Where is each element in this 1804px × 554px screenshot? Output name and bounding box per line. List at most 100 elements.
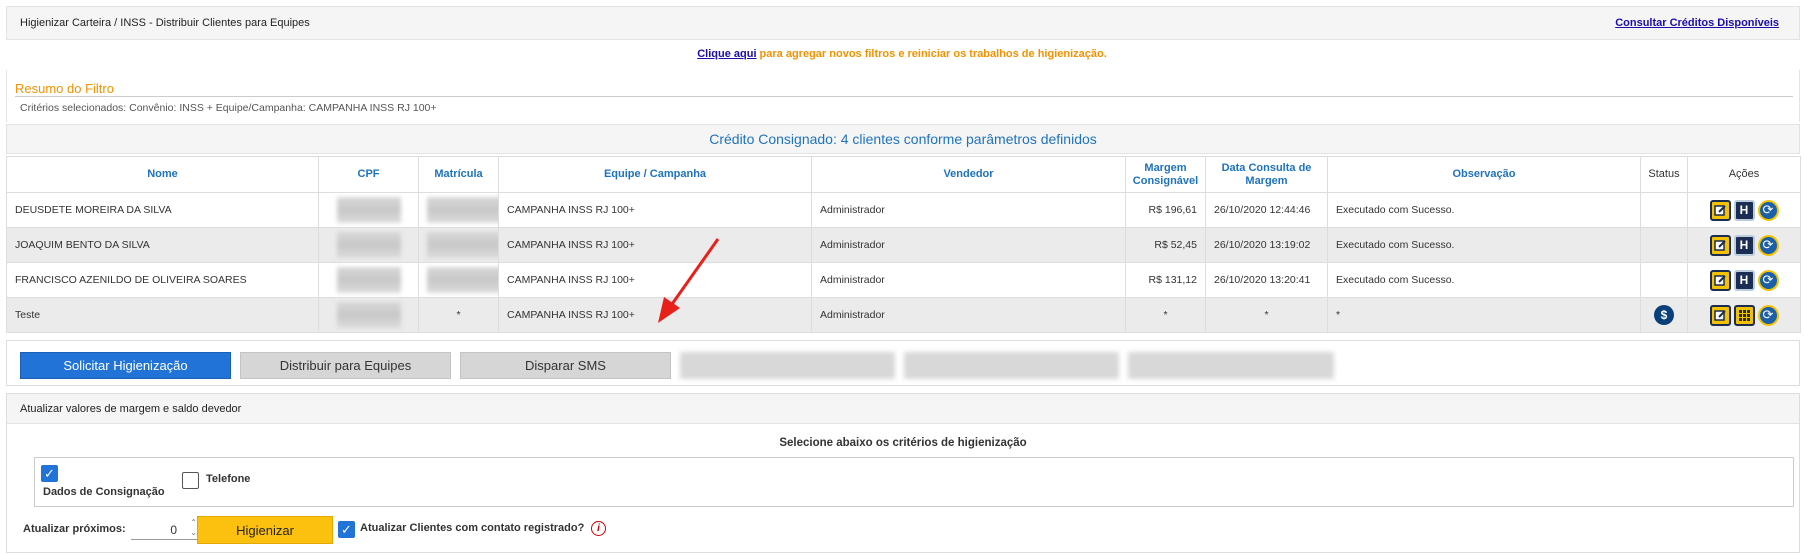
redacted-button[interactable] — [680, 352, 895, 379]
cell-nome: JOAQUIM BENTO DA SILVA — [6, 227, 319, 263]
cell-matricula-redacted — [418, 227, 499, 263]
criteria-box: ✓ Dados de Consignação Telefone — [34, 457, 1794, 507]
col-data-consulta[interactable]: Data Consulta de Margem — [1205, 156, 1328, 193]
cell-vendedor: Administrador — [811, 227, 1126, 263]
cell-vendedor: Administrador — [811, 262, 1126, 298]
update-margin-section: Atualizar valores de margem e saldo deve… — [6, 393, 1800, 553]
table-header-row: Nome CPF Matrícula Equipe / Campanha Ven… — [6, 156, 1801, 193]
cell-actions: H ⟳ — [1687, 262, 1801, 298]
table-row: DEUSDETE MOREIRA DA SILVA CAMPANHA INSS … — [6, 192, 1801, 228]
cell-margem: R$ 196,61 — [1125, 192, 1206, 228]
cell-actions: H ⟳ — [1687, 192, 1801, 228]
clients-table: Nome CPF Matrícula Equipe / Campanha Ven… — [6, 156, 1801, 333]
atualizar-contato-checkbox[interactable]: ✓ — [338, 521, 355, 538]
higienizar-button[interactable]: Higienizar — [197, 516, 333, 544]
col-cpf[interactable]: CPF — [318, 156, 419, 193]
filter-summary-title: Resumo do Filtro — [15, 81, 114, 96]
cell-matricula: * — [418, 297, 499, 333]
cell-data: 26/10/2020 13:19:02 — [1205, 227, 1328, 263]
proximos-label: Atualizar próximos: — [23, 523, 126, 535]
col-margem[interactable]: Margem Consignável — [1125, 156, 1206, 193]
disparar-sms-button[interactable]: Disparar SMS — [460, 352, 671, 379]
cell-nome: Teste — [6, 297, 319, 333]
cell-cpf-redacted — [318, 192, 419, 228]
refresh-icon[interactable]: ⟳ — [1757, 269, 1779, 291]
proximos-stepper[interactable]: 0 ⌃ ⌄ — [131, 518, 201, 540]
filter-notice: Clique aqui para agregar novos filtros e… — [0, 48, 1804, 60]
info-icon[interactable]: i — [591, 521, 606, 536]
dados-consignacao-checkbox[interactable]: ✓ — [41, 465, 58, 482]
cell-nome: FRANCISCO AZENILDO DE OLIVEIRA SOARES — [6, 262, 319, 298]
notice-text: para agregar novos filtros e reiniciar o… — [756, 48, 1107, 60]
cell-status — [1640, 262, 1688, 298]
cell-data: 26/10/2020 12:44:46 — [1205, 192, 1328, 228]
results-summary: Crédito Consignado: 4 clientes conforme … — [6, 124, 1800, 154]
cell-margem: R$ 52,45 — [1125, 227, 1206, 263]
cell-actions: H ⟳ — [1687, 227, 1801, 263]
annotation-arrow-icon — [658, 238, 720, 323]
refresh-icon[interactable]: ⟳ — [1757, 304, 1779, 326]
cell-vendedor: Administrador — [811, 192, 1126, 228]
edit-icon[interactable] — [1709, 304, 1731, 326]
history-icon[interactable]: H — [1733, 234, 1755, 256]
redacted-button[interactable] — [1128, 352, 1334, 379]
cell-obs: Executado com Sucesso. — [1327, 262, 1641, 298]
cell-margem: R$ 131,12 — [1125, 262, 1206, 298]
table-row: Teste * CAMPANHA INSS RJ 100+ Administra… — [6, 297, 1801, 333]
cell-actions: ⟳ — [1687, 297, 1801, 333]
clique-aqui-link[interactable]: Clique aqui — [697, 48, 756, 60]
stepper-arrows-icon[interactable]: ⌃ ⌄ — [190, 518, 197, 538]
cell-cpf-redacted — [318, 227, 419, 263]
cell-matricula-redacted — [418, 262, 499, 298]
cell-cpf-redacted — [318, 262, 419, 298]
cell-nome: DEUSDETE MOREIRA DA SILVA — [6, 192, 319, 228]
col-equipe[interactable]: Equipe / Campanha — [498, 156, 812, 193]
col-nome[interactable]: Nome — [6, 156, 319, 193]
cell-data: * — [1205, 297, 1328, 333]
proximos-value: 0 — [170, 523, 177, 537]
cell-status — [1640, 227, 1688, 263]
col-matricula[interactable]: Matrícula — [418, 156, 499, 193]
redacted-button[interactable] — [904, 352, 1119, 379]
telefone-checkbox[interactable] — [182, 472, 199, 489]
refresh-icon[interactable]: ⟳ — [1757, 234, 1779, 256]
cell-margem: * — [1125, 297, 1206, 333]
atualizar-contato-label: Atualizar Clientes com contato registrad… — [360, 522, 585, 534]
action-button-bar: Solicitar Higienização Distribuir para E… — [6, 340, 1800, 386]
edit-icon[interactable] — [1709, 199, 1731, 221]
cell-data: 26/10/2020 13:20:41 — [1205, 262, 1328, 298]
distribuir-equipes-button[interactable]: Distribuir para Equipes — [240, 352, 451, 379]
history-icon[interactable]: H — [1733, 199, 1755, 221]
cell-vendedor: Administrador — [811, 297, 1126, 333]
criteria-title: Selecione abaixo os critérios de higieni… — [779, 437, 1027, 449]
cell-matricula-redacted — [418, 192, 499, 228]
breadcrumb: Higienizar Carteira / INSS - Distribuir … — [20, 17, 310, 29]
col-status: Status — [1640, 156, 1688, 193]
table-row: FRANCISCO AZENILDO DE OLIVEIRA SOARES CA… — [6, 262, 1801, 298]
cell-cpf-redacted — [318, 297, 419, 333]
history-icon[interactable]: H — [1733, 269, 1755, 291]
filter-summary-section: Resumo do Filtro Critérios selecionados:… — [6, 70, 1800, 122]
cell-obs: Executado com Sucesso. — [1327, 227, 1641, 263]
calculator-icon[interactable] — [1733, 304, 1755, 326]
cell-status — [1640, 192, 1688, 228]
top-bar: Higienizar Carteira / INSS - Distribuir … — [6, 6, 1800, 40]
col-vendedor[interactable]: Vendedor — [811, 156, 1126, 193]
table-row: JOAQUIM BENTO DA SILVA CAMPANHA INSS RJ … — [6, 227, 1801, 263]
solicitar-higienizacao-button[interactable]: Solicitar Higienização — [20, 352, 231, 379]
edit-icon[interactable] — [1709, 234, 1731, 256]
col-observacao[interactable]: Observação — [1327, 156, 1641, 193]
consultar-creditos-link[interactable]: Consultar Créditos Disponíveis — [1615, 17, 1779, 29]
cell-obs: Executado com Sucesso. — [1327, 192, 1641, 228]
update-controls: Atualizar próximos: 0 ⌃ ⌄ Higienizar ✓ At… — [7, 514, 1799, 544]
cell-obs: * — [1327, 297, 1641, 333]
dados-consignacao-label: Dados de Consignação — [43, 486, 165, 498]
refresh-icon[interactable]: ⟳ — [1757, 199, 1779, 221]
col-acoes: Ações — [1687, 156, 1801, 193]
edit-icon[interactable] — [1709, 269, 1731, 291]
telefone-label: Telefone — [206, 473, 251, 485]
dollar-icon[interactable]: $ — [1654, 305, 1674, 325]
update-section-title: Atualizar valores de margem e saldo deve… — [7, 394, 1799, 424]
cell-status: $ — [1640, 297, 1688, 333]
filter-criteria-text: Critérios selecionados: Convênio: INSS +… — [20, 102, 437, 114]
